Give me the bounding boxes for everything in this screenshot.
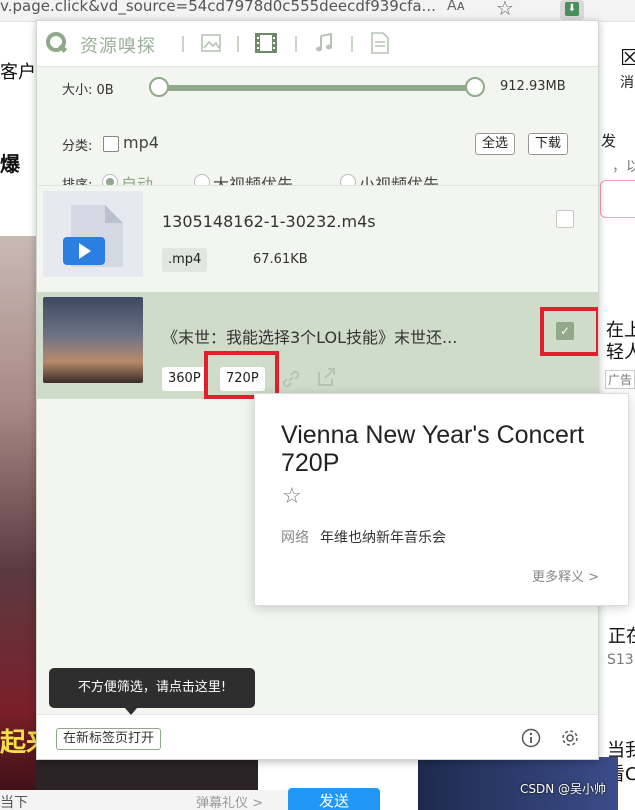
- document-icon[interactable]: [369, 32, 391, 54]
- file-type-tag: .mp4: [162, 248, 208, 272]
- popup-header: 资源嗅探: [37, 21, 598, 67]
- header-divider: [237, 36, 239, 52]
- browser-address-bar[interactable]: v.page.click&vd_source=54cd7978d0c555dee…: [0, 0, 635, 22]
- bg-text-client: 客户: [0, 62, 36, 83]
- download-button[interactable]: 下载: [528, 133, 569, 155]
- bg-danmaku-bar[interactable]: 当下 弹幕礼仪 >: [0, 790, 288, 810]
- filter-panel: 大小: 0B 912.93MB 分类: mp4 全选 下载 排序: 自动 大视频…: [37, 67, 598, 194]
- resource-sniffer-popup: 资源嗅探 大小: 0B 912.93MB 分类: mp4 全选 下载 排序: 自…: [36, 20, 599, 760]
- header-divider: [295, 36, 297, 52]
- category-mp4-label[interactable]: mp4: [123, 133, 159, 152]
- app-title: 资源嗅探: [80, 36, 156, 57]
- video-thumbnail: [43, 297, 143, 383]
- bg-close-icon[interactable]: ☒: [620, 46, 635, 71]
- file-thumbnail: [43, 191, 143, 277]
- link-icon[interactable]: [280, 368, 302, 390]
- size-slider-min-handle[interactable]: [149, 77, 169, 97]
- bg-danmaku-etiquette[interactable]: 弹幕礼仪 >: [196, 792, 263, 810]
- translation-meaning: 年维也纳新年音乐会: [320, 530, 446, 546]
- bg-text-send: 发: [601, 132, 617, 150]
- file-size: 67.61KB: [253, 252, 308, 267]
- size-range-slider[interactable]: [159, 85, 475, 91]
- bg-send-button[interactable]: 发送: [288, 788, 380, 810]
- open-in-new-tab-button[interactable]: 在新标签页打开: [56, 728, 162, 750]
- bg-ad-badge: 广告: [605, 370, 635, 389]
- bg-rec-title: 正在: [608, 626, 635, 647]
- info-icon[interactable]: [521, 728, 541, 748]
- select-all-button[interactable]: 全选: [475, 133, 516, 155]
- file-name: 1305148162-1-30232.m4s: [162, 212, 376, 231]
- quality-tag-360p[interactable]: 360P: [162, 367, 207, 391]
- bg-text-comma: ，以: [612, 159, 635, 175]
- category-label: 分类:: [62, 139, 93, 154]
- url-text[interactable]: v.page.click&vd_source=54cd7978d0c555dee…: [0, 0, 436, 15]
- bg-rec-meta: S13: [607, 652, 634, 668]
- bg-ad-line-2: 轻人: [606, 342, 635, 363]
- video-icon[interactable]: [255, 32, 277, 54]
- row-select-checkbox[interactable]: [556, 210, 574, 228]
- image-icon[interactable]: [200, 32, 222, 54]
- translation-card: Vienna New Year's Concert 720P ☆ 网络 年维也纳…: [254, 393, 629, 606]
- watermark: CSDN @吴小帅: [520, 782, 607, 796]
- highlight-box-720p: [204, 351, 279, 399]
- list-item[interactable]: 1305148162-1-30232.m4s .mp4 67.61KB: [37, 185, 598, 292]
- translation-title: Vienna New Year's Concert 720P: [281, 421, 585, 477]
- bg-danmaku-input[interactable]: 当下: [0, 792, 28, 810]
- filter-hint-tooltip: 不方便筛选，请点击这里!: [49, 668, 255, 715]
- bookmark-star-icon[interactable]: ☆: [496, 0, 514, 20]
- more-definitions-link[interactable]: 更多释义 >: [532, 566, 599, 585]
- category-mp4-checkbox[interactable]: [103, 136, 119, 152]
- list-item[interactable]: 《末世：我能选择3个LOL技能》末世还... 360P 720P ✓: [37, 292, 598, 399]
- bg-text-message: 消: [620, 75, 634, 91]
- video-file-icon: [63, 205, 123, 267]
- file-name: 《末世：我能选择3个LOL技能》末世还...: [162, 328, 458, 347]
- download-icon: ⬇: [565, 2, 579, 16]
- extension-button[interactable]: ⬇: [560, 0, 584, 20]
- favorite-star-icon[interactable]: ☆: [282, 484, 302, 509]
- reader-mode-icon[interactable]: Aᴀ: [447, 0, 465, 14]
- bg-text-burst: 爆: [0, 152, 20, 176]
- header-divider: [182, 36, 184, 52]
- header-divider: [351, 36, 353, 52]
- highlight-box-checkbox: [540, 307, 598, 356]
- size-max-value: 912.93MB: [500, 79, 566, 94]
- translation-category: 网络: [281, 530, 309, 546]
- popup-footer: 在新标签页打开: [37, 714, 598, 759]
- sniffer-logo-icon: [46, 32, 68, 53]
- gear-icon[interactable]: [560, 728, 580, 748]
- open-external-icon[interactable]: [315, 366, 337, 388]
- size-slider-max-handle[interactable]: [465, 77, 485, 97]
- bg-video-thumbnail[interactable]: [0, 236, 36, 796]
- bg-follow-box[interactable]: [600, 180, 635, 218]
- size-filter-label: 大小: 0B: [62, 83, 114, 98]
- music-icon[interactable]: [313, 32, 335, 54]
